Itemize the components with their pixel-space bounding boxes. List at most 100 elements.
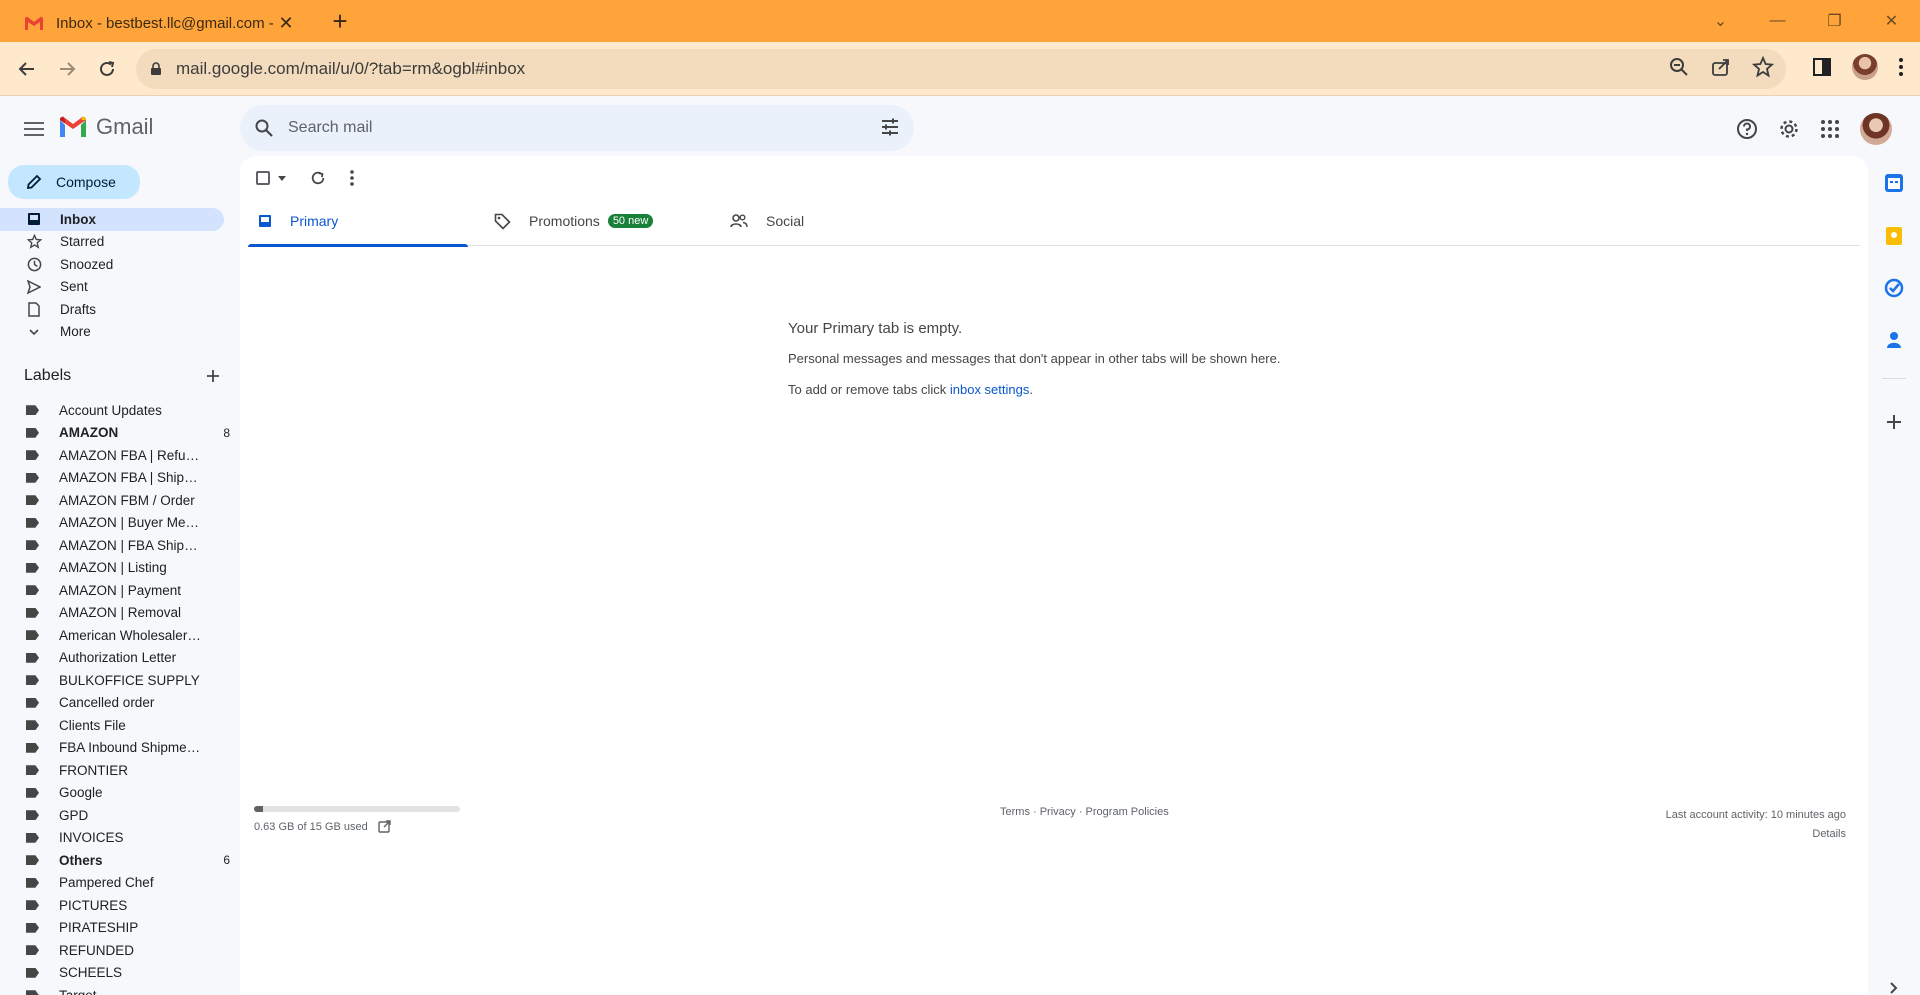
sidebar-item-more[interactable]: More bbox=[0, 321, 224, 344]
tab-social[interactable]: Social bbox=[720, 196, 940, 246]
label-tag-icon bbox=[26, 945, 40, 956]
support-icon[interactable] bbox=[1736, 118, 1758, 140]
browser-menu-icon[interactable] bbox=[1898, 57, 1904, 77]
select-all-checkbox[interactable] bbox=[256, 171, 286, 185]
calendar-icon[interactable] bbox=[1884, 173, 1904, 193]
category-tabs: Primary Promotions 50 new Social bbox=[248, 196, 1860, 247]
sidebar-label-item[interactable]: Others 6 bbox=[0, 849, 230, 872]
zoom-icon[interactable] bbox=[1668, 56, 1690, 78]
compose-button[interactable]: Compose bbox=[8, 165, 140, 199]
add-addon-plus-icon[interactable] bbox=[1884, 412, 1904, 432]
minimize-button[interactable]: — bbox=[1749, 0, 1806, 42]
tab-search-icon[interactable]: ⌄ bbox=[1692, 0, 1749, 42]
label-tag-icon bbox=[26, 810, 40, 821]
checkbox-icon bbox=[256, 171, 270, 185]
new-tab-button[interactable]: + bbox=[326, 8, 354, 36]
label-tag-icon bbox=[26, 405, 40, 416]
refresh-icon[interactable] bbox=[310, 170, 326, 186]
reload-icon[interactable] bbox=[92, 54, 122, 84]
label-tag-icon bbox=[26, 472, 40, 483]
inbox-settings-link[interactable]: inbox settings bbox=[950, 382, 1030, 397]
sidebar-label-item[interactable]: Clients File bbox=[0, 714, 230, 737]
sidebar-item-snoozed[interactable]: Snoozed bbox=[0, 253, 224, 276]
sidebar-label-item[interactable]: AMAZON | Listing bbox=[0, 557, 230, 580]
sidebar-item-sent[interactable]: Sent bbox=[0, 276, 224, 299]
close-tab-icon[interactable]: ✕ bbox=[276, 13, 296, 34]
tab-promotions[interactable]: Promotions 50 new bbox=[484, 196, 704, 246]
settings-gear-icon[interactable] bbox=[1778, 118, 1800, 140]
label-tag-icon bbox=[26, 675, 40, 686]
sidebar-label-item[interactable]: Target bbox=[0, 984, 230, 995]
sidebar-label-item[interactable]: REFUNDED bbox=[0, 939, 230, 962]
browser-tab[interactable]: Inbox - bestbest.llc@gmail.com - ✕ bbox=[10, 4, 310, 42]
sidebar-label-item[interactable]: FBA Inbound Shipment R... bbox=[0, 737, 230, 760]
share-icon[interactable] bbox=[1710, 56, 1732, 78]
label-unread-count: 6 bbox=[223, 853, 230, 868]
sidebar-label-item[interactable]: AMAZON | Buyer Messa... bbox=[0, 512, 230, 535]
search-input[interactable] bbox=[288, 119, 848, 137]
sidebar-label-item[interactable]: FRONTIER bbox=[0, 759, 230, 782]
sidebar-item-drafts[interactable]: Drafts bbox=[0, 298, 224, 321]
tasks-icon[interactable] bbox=[1884, 278, 1904, 298]
tab-label: Primary bbox=[290, 213, 339, 229]
expand-panel-chevron-icon[interactable] bbox=[1884, 982, 1904, 994]
sidebar-label-item[interactable]: AMAZON 8 bbox=[0, 422, 230, 445]
sidebar-label-item[interactable]: BULKOFFICE SUPPLY bbox=[0, 669, 230, 692]
browser-toolbar: mail.google.com/mail/u/0/?tab=rm&ogbl#in… bbox=[0, 42, 1920, 96]
main-menu-icon[interactable] bbox=[20, 115, 48, 143]
sidebar-item-starred[interactable]: Starred bbox=[0, 231, 224, 254]
omnibox-actions bbox=[1668, 56, 1774, 78]
sidebar-item-label: Sent bbox=[60, 279, 88, 295]
sidebar-label-item[interactable]: AMAZON | Payment bbox=[0, 579, 230, 602]
restore-button[interactable]: ❐ bbox=[1806, 0, 1863, 42]
create-label-plus-icon[interactable] bbox=[206, 369, 220, 383]
account-avatar[interactable] bbox=[1860, 113, 1892, 145]
search-options-icon[interactable] bbox=[880, 117, 900, 137]
gmail-logo[interactable]: Gmail bbox=[58, 114, 153, 140]
sidebar-label-item[interactable]: Cancelled order bbox=[0, 692, 230, 715]
bookmark-star-icon[interactable] bbox=[1752, 56, 1774, 78]
sidebar-label-item[interactable]: SCHEELS bbox=[0, 962, 230, 985]
sidebar-label-item[interactable]: AMAZON | Removal bbox=[0, 602, 230, 625]
sidebar-label-item[interactable]: Google bbox=[0, 782, 230, 805]
open-in-new-icon[interactable] bbox=[378, 820, 391, 833]
sidebar-label-item[interactable]: AMAZON FBA | Shipped ... bbox=[0, 467, 230, 490]
back-icon[interactable] bbox=[12, 54, 42, 84]
legal-links[interactable]: Terms · Privacy · Program Policies bbox=[1000, 806, 1169, 818]
sidebar-label-item[interactable]: Account Updates bbox=[0, 399, 230, 422]
inbox-tab-icon bbox=[258, 214, 272, 228]
sidebar-item-label: Inbox bbox=[60, 211, 96, 227]
contacts-icon[interactable] bbox=[1884, 330, 1904, 350]
sidebar-nav: Inbox Starred Snoozed Sent Drafts More bbox=[0, 208, 230, 343]
sidebar-label-item[interactable]: PICTURES bbox=[0, 894, 230, 917]
sidebar-label-item[interactable]: Authorization Letter bbox=[0, 647, 230, 670]
sidebar-label-item[interactable]: American Wholesalers L... bbox=[0, 624, 230, 647]
more-options-icon[interactable] bbox=[350, 170, 354, 186]
side-panel-icon[interactable] bbox=[1812, 57, 1832, 77]
label-name: AMAZON | Removal bbox=[59, 605, 182, 621]
keep-icon[interactable] bbox=[1884, 226, 1904, 246]
apps-grid-icon[interactable] bbox=[1820, 119, 1840, 139]
sidebar-item-label: More bbox=[60, 324, 91, 340]
forward-icon[interactable] bbox=[52, 54, 82, 84]
sidebar-label-item[interactable]: GPD bbox=[0, 804, 230, 827]
tab-primary[interactable]: Primary bbox=[248, 196, 468, 247]
sidebar-label-item[interactable]: AMAZON | FBA Shipments bbox=[0, 534, 230, 557]
sidebar-item-inbox[interactable]: Inbox bbox=[0, 208, 224, 231]
label-tag-icon bbox=[26, 832, 40, 843]
labels-list: Account Updates AMAZON 8 AMAZON FBA | Refun… bbox=[0, 399, 230, 995]
side-apps-panel bbox=[1868, 156, 1920, 995]
sidebar-label-item[interactable]: INVOICES bbox=[0, 827, 230, 850]
label-name: PICTURES bbox=[59, 897, 128, 913]
sidebar-label-item[interactable]: PIRATESHIP bbox=[0, 917, 230, 940]
close-window-button[interactable]: ✕ bbox=[1863, 0, 1920, 42]
browser-profile-avatar[interactable] bbox=[1852, 54, 1878, 80]
label-tag-icon bbox=[26, 765, 40, 776]
sidebar-label-item[interactable]: AMAZON FBM / Order bbox=[0, 489, 230, 512]
address-bar[interactable]: mail.google.com/mail/u/0/?tab=rm&ogbl#in… bbox=[136, 49, 1786, 89]
label-name: INVOICES bbox=[59, 830, 124, 846]
details-link[interactable]: Details bbox=[1666, 825, 1846, 844]
sidebar-label-item[interactable]: AMAZON FBA | Refunded bbox=[0, 444, 230, 467]
search-icon[interactable] bbox=[254, 118, 274, 138]
sidebar-label-item[interactable]: Pampered Chef bbox=[0, 872, 230, 895]
